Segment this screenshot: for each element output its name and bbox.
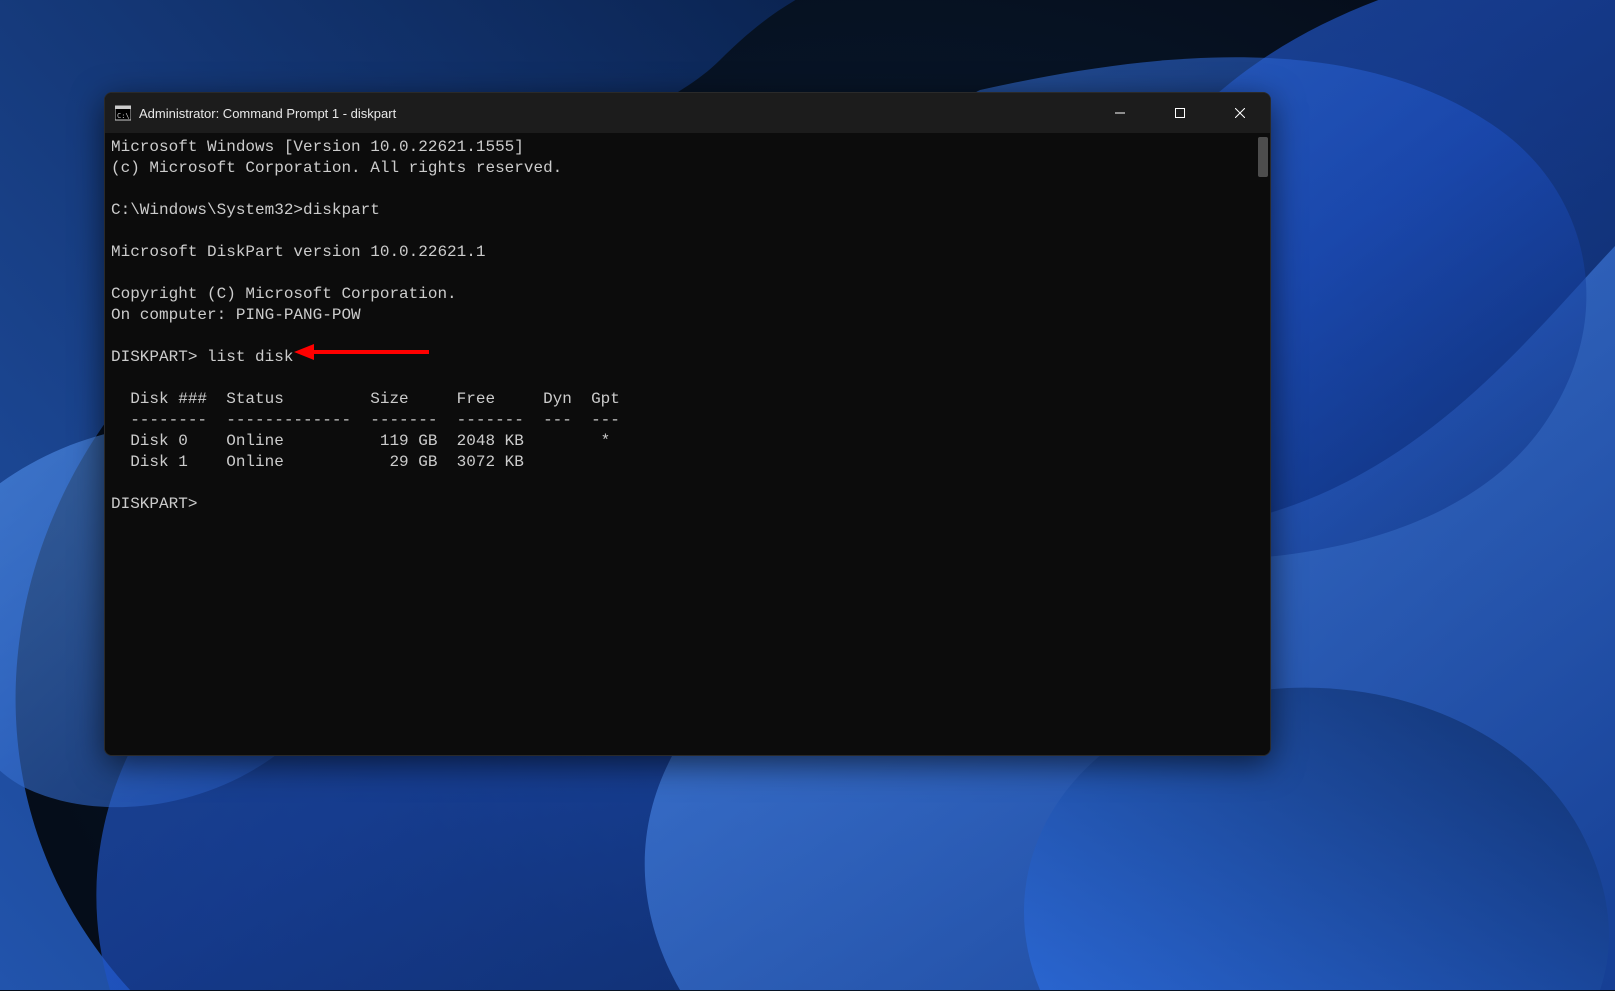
terminal-output: Microsoft Windows [Version 10.0.22621.15… (111, 137, 1264, 515)
table-divider: -------- ------------- ------- ------- -… (111, 411, 620, 429)
output-line: Microsoft Windows [Version 10.0.22621.15… (111, 138, 524, 156)
svg-text:C:\: C:\ (117, 112, 130, 120)
scrollbar-thumb[interactable] (1258, 137, 1268, 177)
output-line: Copyright (C) Microsoft Corporation. (111, 285, 457, 303)
window-title: Administrator: Command Prompt 1 - diskpa… (139, 106, 1090, 121)
table-header: Disk ### Status Size Free Dyn Gpt (111, 390, 620, 408)
terminal-body[interactable]: Microsoft Windows [Version 10.0.22621.15… (105, 133, 1270, 755)
output-line: On computer: PING-PANG-POW (111, 306, 361, 324)
table-row: Disk 1 Online 29 GB 3072 KB (111, 453, 524, 471)
maximize-button[interactable] (1150, 93, 1210, 133)
output-line: Microsoft DiskPart version 10.0.22621.1 (111, 243, 485, 261)
window-controls (1090, 93, 1270, 133)
output-line: C:\Windows\System32>diskpart (111, 201, 380, 219)
output-line: DISKPART> list disk (111, 348, 293, 366)
prompt-line: DISKPART> (111, 495, 197, 513)
minimize-button[interactable] (1090, 93, 1150, 133)
scrollbar[interactable] (1258, 137, 1268, 751)
close-button[interactable] (1210, 93, 1270, 133)
app-icon: C:\ (115, 105, 131, 121)
table-row: Disk 0 Online 119 GB 2048 KB * (111, 432, 610, 450)
command-prompt-window: C:\ Administrator: Command Prompt 1 - di… (104, 92, 1271, 756)
titlebar[interactable]: C:\ Administrator: Command Prompt 1 - di… (105, 93, 1270, 133)
output-line: (c) Microsoft Corporation. All rights re… (111, 159, 562, 177)
